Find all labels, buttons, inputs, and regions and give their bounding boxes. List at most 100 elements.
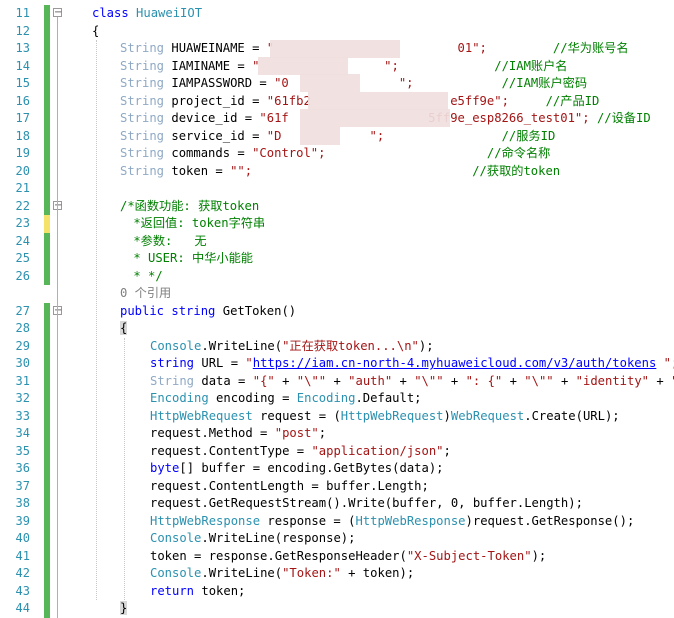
code-token: *返回值: token字符串 [126, 216, 266, 230]
code-line[interactable]: 23 *返回值: token字符串 [0, 215, 674, 233]
change-marker [44, 180, 50, 198]
code-token: ); [418, 338, 434, 353]
code-line[interactable]: 42 Console.WriteLine("Token:" + token); [0, 565, 674, 583]
redaction-mask [258, 57, 348, 75]
code-line[interactable]: 33 HttpWebRequest request = (HttpWebReque… [0, 407, 674, 425]
code-token: { [92, 23, 100, 38]
code-token: string [150, 356, 202, 370]
code-text: request.Method = "post"; [150, 425, 326, 443]
code-token: .WriteLine(response); [201, 531, 356, 545]
collapse-icon[interactable]: − [53, 8, 62, 18]
code-token: "{" [252, 373, 275, 388]
change-marker [44, 5, 50, 23]
code-line[interactable]: 40 Console.WriteLine(response); [0, 530, 674, 548]
code-line[interactable]: 26 * */ [0, 267, 674, 285]
code-line[interactable]: 43 return token; [0, 582, 674, 601]
code-text: Console.WriteLine(response); [150, 530, 355, 548]
code-line[interactable]: 29 Console.WriteLine("正在获取token...\n"); [0, 337, 674, 355]
code-line[interactable]: 24 *参数: 无 [0, 232, 674, 250]
code-line[interactable]: 36 byte[] buffer = encoding.GetBytes(data… [0, 460, 674, 478]
code-line[interactable]: 37 request.ContentLength = buffer.Length; [0, 477, 674, 495]
line-number: 35 [15, 443, 30, 458]
change-marker [44, 477, 50, 495]
change-marker [44, 512, 50, 530]
code-line[interactable]: 41 token = response.GetResponseHeader("X-… [0, 547, 674, 566]
code-token: " [245, 356, 253, 370]
change-marker [44, 40, 50, 58]
code-line[interactable]: 20 String token = ""; //获取的token [0, 162, 674, 180]
change-marker [44, 390, 50, 408]
code-line[interactable]: 30 string URL = "https://iam.cn-north-4.m… [0, 355, 674, 373]
line-number: 32 [15, 391, 30, 405]
code-line[interactable]: 32 Encoding encoding = Encoding.Default; [0, 390, 674, 408]
code-token: token = [164, 163, 231, 178]
code-token: return [150, 583, 202, 598]
line-number: 14 [15, 58, 30, 73]
code-text: 0 个引用 [120, 285, 171, 303]
line-number: 29 [15, 338, 30, 353]
redaction-mask [300, 109, 450, 127]
code-text: string URL = "https://iam.cn-north-4.myh… [150, 355, 674, 373]
code-token: service_id = [164, 128, 267, 143]
code-token: URL = [201, 356, 246, 370]
line-number: 34 [15, 426, 30, 440]
code-token: String [120, 146, 165, 160]
code-token: request.ContentLength = buffer.Length; [150, 478, 429, 493]
code-token: *参数: 无 [126, 233, 207, 248]
code-token: + [443, 373, 466, 388]
change-marker [44, 127, 50, 145]
change-marker [44, 460, 50, 478]
change-marker [44, 320, 50, 338]
code-token: request.Method = [150, 426, 275, 440]
code-token: ) [443, 408, 451, 423]
line-number: 16 [15, 93, 30, 108]
code-token: GetToken() [222, 303, 297, 318]
code-line[interactable]: 25 * USER: 中华小能能 [0, 250, 674, 268]
code-line[interactable]: 21 [0, 180, 674, 198]
code-line[interactable]: 28 { [0, 320, 674, 338]
change-marker [44, 372, 50, 390]
code-token: .Default; [355, 391, 422, 405]
code-token: ); [531, 548, 547, 563]
code-line[interactable]: 12 { [0, 22, 674, 40]
code-token: string [171, 303, 223, 318]
code-line[interactable]: 38 request.GetRequestStream().Write(buffe… [0, 495, 674, 513]
code-line[interactable]: 19 String commands = "Control"; //命令名称 [0, 145, 674, 163]
change-marker [44, 75, 50, 93]
line-number: 25 [15, 251, 30, 265]
code-line[interactable]: 22−/*函数功能: 获取token [0, 197, 674, 215]
code-token: /*函数功能: 获取token [120, 198, 260, 213]
code-token: Console [150, 531, 202, 545]
code-line[interactable]: 35 request.ContentType = "application/jso… [0, 442, 674, 460]
code-text: byte[] buffer = encoding.GetBytes(data); [150, 460, 444, 478]
code-line[interactable]: 39 HttpWebResponse response = (HttpWebRes… [0, 512, 674, 530]
code-token: //命令名称 [325, 146, 551, 160]
code-text: *返回值: token字符串 [126, 215, 265, 233]
line-number: 18 [15, 128, 30, 143]
code-line[interactable]: 0 个引用 [0, 285, 674, 303]
line-number: 36 [15, 461, 30, 475]
code-line[interactable]: 27− public string GetToken() [0, 302, 674, 320]
code-token: WebRequest [450, 408, 525, 423]
code-editor[interactable]: 11 − class HuaweiIOT 12 {13 String HUAWEINAME… [0, 0, 674, 618]
code-token: ; [443, 443, 451, 458]
code-text: { [120, 320, 128, 338]
code-text: token = response.GetResponseHeader("X-Su… [150, 548, 546, 566]
code-line[interactable]: 31 String data = "{" + "\"" + "auth" + "\… [0, 372, 674, 390]
code-token: public [120, 303, 172, 318]
change-marker [44, 442, 50, 460]
code-text: return token; [150, 583, 245, 601]
code-token: "; [663, 356, 674, 370]
code-line[interactable]: 11 − class HuaweiIOT [0, 5, 674, 23]
code-token: } [120, 601, 128, 615]
code-line[interactable]: 34 request.Method = "post"; [0, 425, 674, 443]
line-number: 37 [15, 478, 30, 493]
redaction-mask [308, 92, 448, 110]
code-token: "identity" [575, 373, 650, 388]
redaction-mask [300, 74, 360, 92]
code-token: ": {" [465, 373, 503, 388]
change-marker [44, 267, 50, 285]
code-token: //产品ID [508, 93, 600, 108]
code-token: .WriteLine( [201, 566, 283, 580]
code-token: Encoding [150, 391, 209, 405]
